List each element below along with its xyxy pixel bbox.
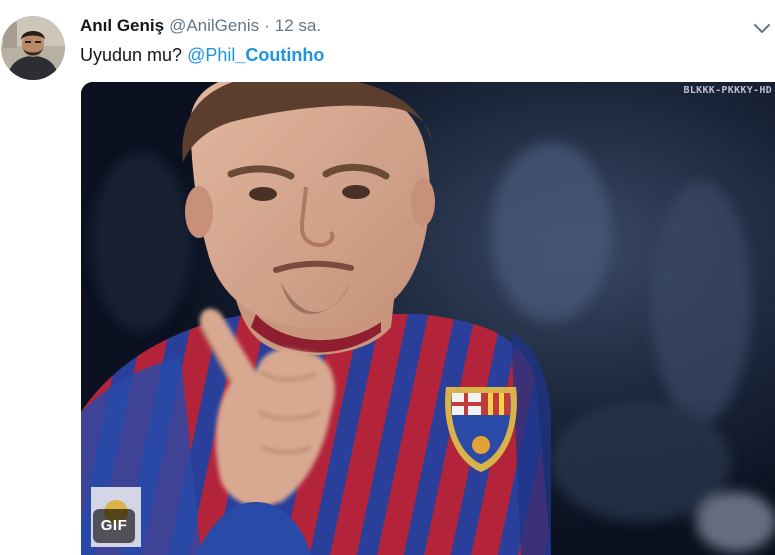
tweet-card: Anıl Geniş @AnilGenis · 12 sa. Uyudun mu… [0,0,775,555]
gif-badge: GIF [93,509,135,543]
gif-frame-image [81,82,775,555]
mention-link[interactable]: @Phil_Coutinho [187,45,324,65]
video-watermark: BLKKK-PKKKY-HD [683,85,772,96]
user-avatar[interactable] [1,16,65,80]
separator-dot: · [264,16,270,35]
mention-prefix: @Phil [187,45,236,65]
screen-name[interactable]: @AnilGenis [169,15,259,37]
gif-media[interactable]: BLKKK-PKKKY-HD GIF [81,82,775,555]
mention-bold: _Coutinho [235,45,325,65]
chevron-down-icon [754,24,770,33]
tweet-header: Anıl Geniş @AnilGenis · 12 sa. [80,15,321,37]
tweet-text-body: Uyudun mu? [80,45,188,65]
avatar-image [1,16,65,80]
timestamp[interactable]: 12 sa. [275,15,321,37]
display-name[interactable]: Anıl Geniş [80,15,164,37]
more-menu-button[interactable] [751,17,773,39]
tweet-text: Uyudun mu? @Phil_Coutinho [80,43,324,67]
